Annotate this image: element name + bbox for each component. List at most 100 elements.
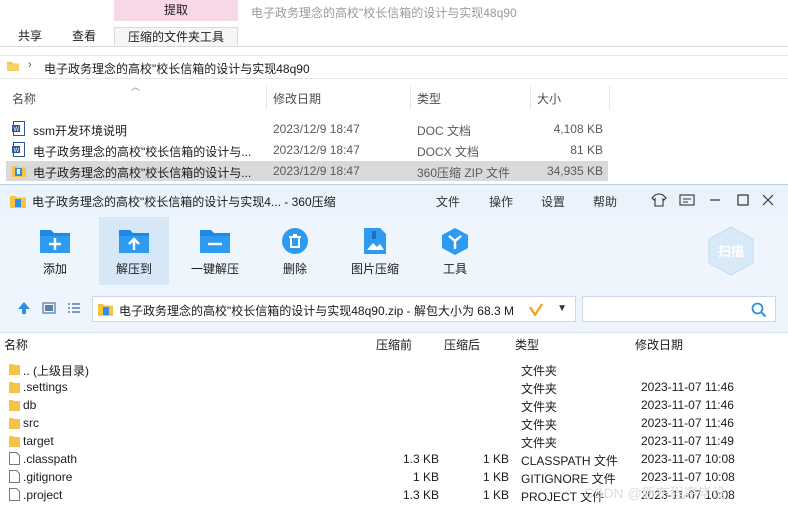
zip-title-bar[interactable]: 电子政务理念的高校"校长信箱的设计与实现4... - 360压缩 文件 操作 设…	[0, 185, 788, 215]
file-type: DOCX 文档	[417, 145, 480, 159]
zip-toolbar: 添加 解压到 一键解压 删除 图片压缩 工具	[0, 215, 788, 291]
add-label: 添加	[42, 262, 67, 276]
archive-item-name: .settings	[23, 380, 68, 394]
file-date: 2023/12/9 18:47	[273, 122, 360, 136]
view-mode-icon[interactable]	[41, 300, 57, 316]
archive-logo-icon	[10, 196, 26, 208]
word-docx-icon: W	[12, 142, 25, 157]
file-icon	[9, 470, 20, 483]
archive-item-size-before: 1 KB	[412, 470, 439, 484]
archive-item-date: 2023-11-07 11:49	[641, 434, 734, 448]
archive-row[interactable]: .classpath 1.3 KB 1 KB CLASSPATH 文件 2023-11-…	[0, 450, 788, 468]
tools-button[interactable]: 工具	[420, 217, 490, 285]
search-icon[interactable]	[751, 302, 767, 318]
explorer-window-title: 电子政务理念的高校"校长信箱的设计与实现48q90	[251, 6, 517, 20]
archive-item-date: 2023-11-07 10:08	[641, 452, 735, 466]
delete-icon	[282, 228, 308, 254]
sort-up-icon: ︿	[131, 82, 141, 92]
minimize-icon[interactable]	[706, 191, 724, 209]
one-click-extract-icon	[200, 230, 230, 253]
search-input[interactable]	[582, 296, 776, 322]
archive-path-text: 电子政务理念的高校"校长信箱的设计与实现48q90.zip - 解包大小为 68…	[119, 304, 514, 318]
extract-to-button[interactable]: 解压到	[99, 217, 169, 285]
column-header-name[interactable]: 名称	[4, 336, 28, 353]
maximize-icon[interactable]	[734, 191, 752, 209]
column-divider[interactable]	[609, 86, 610, 110]
file-row[interactable]: W ssm开发环境说明 2023/12/9 18:47 DOC 文档 4,108…	[6, 119, 608, 139]
delete-button[interactable]: 删除	[260, 217, 330, 285]
file-name: 电子政务理念的高校"校长信箱的设计与...	[33, 166, 252, 180]
archive-item-type: 文件夹	[521, 382, 558, 396]
one-click-extract-label: 一键解压	[190, 262, 239, 276]
column-header-type[interactable]: 类型	[417, 91, 441, 113]
delete-label: 删除	[282, 262, 307, 276]
image-compress-button[interactable]: 图片压缩	[340, 217, 410, 285]
column-header-before[interactable]: 压缩前	[376, 336, 412, 353]
file-icon	[9, 452, 20, 465]
menu-settings[interactable]: 设置	[541, 193, 565, 210]
archive-row[interactable]: src 文件夹 2023-11-07 11:46	[0, 414, 788, 432]
archive-item-type: CLASSPATH 文件	[521, 454, 618, 468]
tools-icon	[442, 228, 468, 255]
scan-label: 扫描	[718, 244, 744, 260]
file-row-selected[interactable]: 电子政务理念的高校"校长信箱的设计与... 2023/12/9 18:47 36…	[6, 161, 608, 181]
archive-row[interactable]: target 文件夹 2023-11-07 11:49	[0, 432, 788, 450]
address-bar[interactable]: › 电子政务理念的高校"校长信箱的设计与实现48q90	[0, 55, 788, 79]
tools-label: 工具	[442, 262, 467, 276]
scan-button[interactable]: 扫描	[704, 225, 758, 277]
file-row[interactable]: W 电子政务理念的高校"校长信箱的设计与... 2023/12/9 18:47 …	[6, 140, 608, 160]
add-button[interactable]: 添加	[20, 217, 90, 285]
column-divider[interactable]	[266, 86, 267, 110]
archive-item-size-before: 1.3 KB	[402, 488, 439, 502]
chevron-down-icon[interactable]: ▼	[557, 303, 567, 314]
chevron-right-icon: ›	[28, 59, 32, 71]
folder-icon	[9, 400, 20, 411]
archive-row[interactable]: db 文件夹 2023-11-07 11:46	[0, 396, 788, 414]
archive-item-date: 2023-11-07 11:46	[641, 380, 734, 394]
archive-row[interactable]: .settings 文件夹 2023-11-07 11:46	[0, 378, 788, 396]
archive-item-date: 2023-11-07 10:08	[641, 470, 735, 484]
address-path[interactable]: 电子政务理念的高校"校长信箱的设计与实现48q90	[44, 60, 310, 77]
column-divider[interactable]	[410, 86, 411, 110]
close-icon[interactable]	[759, 191, 777, 209]
column-header-type[interactable]: 类型	[515, 336, 539, 353]
archive-item-size-after: 1 KB	[482, 452, 509, 466]
column-header-size[interactable]: 大小	[537, 91, 561, 113]
column-header-after[interactable]: 压缩后	[444, 336, 480, 353]
column-header-date[interactable]: 修改日期	[273, 91, 321, 113]
archive-row[interactable]: .. (上级目录) 文件夹	[0, 360, 788, 378]
archive-item-size-after: 1 KB	[482, 470, 509, 484]
column-header-name[interactable]: 名称	[12, 91, 36, 113]
zip-archive-icon	[98, 304, 113, 316]
add-icon	[40, 230, 70, 253]
tab-extract-context[interactable]: 提取	[114, 0, 238, 21]
zip-window-title: 电子政务理念的高校"校长信箱的设计与实现4... - 360压缩	[32, 195, 336, 209]
folder-icon	[9, 364, 20, 375]
archive-item-size-before: 1.3 KB	[402, 452, 439, 466]
column-header-modified[interactable]: 修改日期	[635, 336, 683, 353]
list-view-icon[interactable]	[66, 300, 82, 316]
column-divider[interactable]	[530, 86, 531, 110]
tab-compressed-folder-tools[interactable]: 压缩的文件夹工具	[114, 27, 238, 47]
image-compress-icon	[364, 228, 386, 254]
zip-window: 电子政务理念的高校"校长信箱的设计与实现4... - 360压缩 文件 操作 设…	[0, 184, 788, 511]
file-name: 电子政务理念的高校"校长信箱的设计与...	[33, 145, 252, 159]
menu-help[interactable]: 帮助	[593, 193, 617, 210]
up-arrow-icon[interactable]	[16, 300, 32, 316]
file-size: 81 KB	[570, 143, 603, 157]
file-size: 4,108 KB	[553, 122, 603, 136]
archive-item-name: .gitignore	[23, 470, 73, 484]
tab-share[interactable]: 共享	[18, 27, 42, 47]
menu-operation[interactable]: 操作	[489, 193, 513, 210]
folder-icon	[9, 418, 20, 429]
archive-item-name: .. (上级目录)	[23, 364, 89, 378]
folder-icon	[9, 382, 20, 393]
archive-item-size-after: 1 KB	[482, 488, 509, 502]
menu-file[interactable]: 文件	[436, 193, 460, 210]
tab-view[interactable]: 查看	[72, 27, 96, 47]
file-icon	[9, 488, 20, 501]
archive-path-field[interactable]: 电子政务理念的高校"校长信箱的设计与实现48q90.zip - 解包大小为 68…	[92, 296, 576, 322]
one-click-extract-button[interactable]: 一键解压	[180, 217, 250, 285]
skin-shirt-icon[interactable]	[650, 191, 668, 209]
feedback-icon[interactable]	[678, 191, 696, 209]
